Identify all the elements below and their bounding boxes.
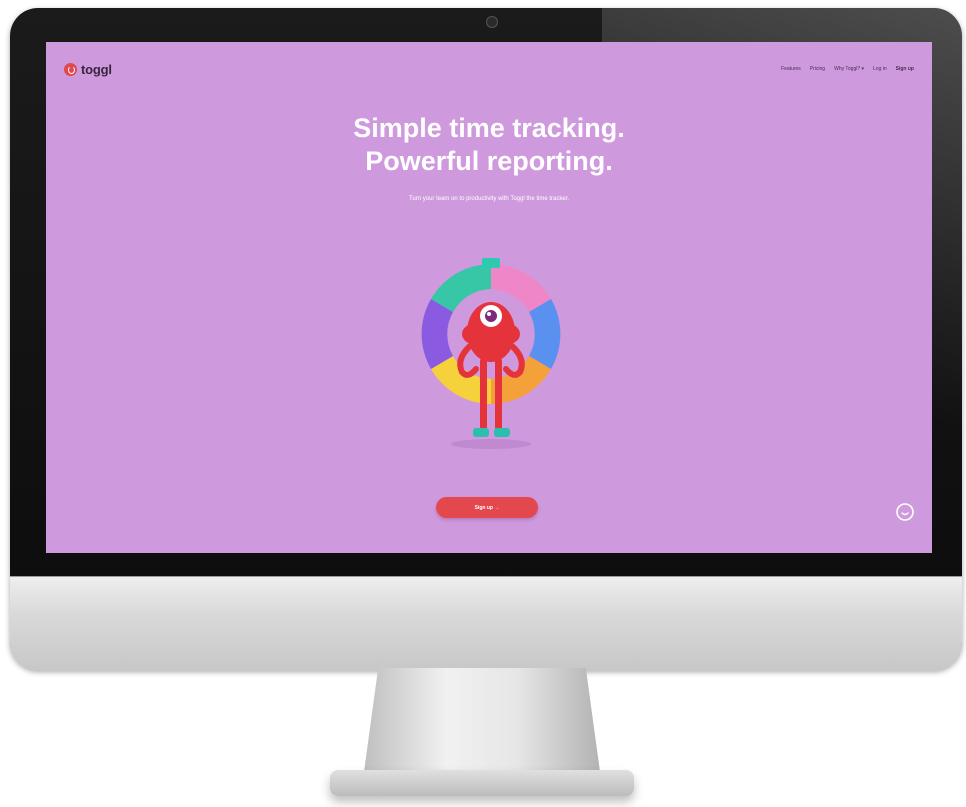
- signup-cta-button[interactable]: Sign up →: [436, 497, 538, 518]
- nav-link-login[interactable]: Log in: [873, 66, 887, 72]
- nav-link-why-toggl[interactable]: Why Toggl? ▾: [834, 66, 864, 72]
- hero-title: Simple time tracking. Powerful reporting…: [46, 112, 932, 178]
- monitor-stand-base: [330, 770, 634, 796]
- nav-link-pricing[interactable]: Pricing: [810, 66, 825, 72]
- logo-text: toggl: [81, 62, 112, 77]
- nav-link-signup[interactable]: Sign up: [896, 66, 914, 72]
- toggl-logo[interactable]: toggl: [64, 62, 112, 77]
- monitor-chin: [10, 576, 962, 671]
- hero-title-line-1: Simple time tracking.: [353, 113, 625, 143]
- top-navigation: toggl Features Pricing Why Toggl? ▾ Log …: [46, 42, 932, 98]
- toggl-mascot-illustration: [421, 258, 561, 449]
- mascot-eye: [480, 305, 502, 327]
- hero-title-line-2: Powerful reporting.: [365, 146, 613, 176]
- website-screen: toggl Features Pricing Why Toggl? ▾ Log …: [46, 42, 932, 553]
- nav-links: Features Pricing Why Toggl? ▾ Log in Sig…: [781, 66, 914, 72]
- desktop-monitor-mockup: toggl Features Pricing Why Toggl? ▾ Log …: [0, 0, 966, 807]
- webcam-icon: [486, 16, 498, 28]
- nav-link-features[interactable]: Features: [781, 66, 801, 72]
- monitor-stand-neck: [364, 668, 600, 772]
- mascot-shadow: [451, 439, 531, 449]
- chat-bubble-icon[interactable]: [895, 502, 915, 522]
- hero-subtitle: Turn your team on to productivity with T…: [408, 196, 570, 202]
- toggl-logo-icon: [64, 63, 77, 76]
- top-badge: [482, 258, 500, 268]
